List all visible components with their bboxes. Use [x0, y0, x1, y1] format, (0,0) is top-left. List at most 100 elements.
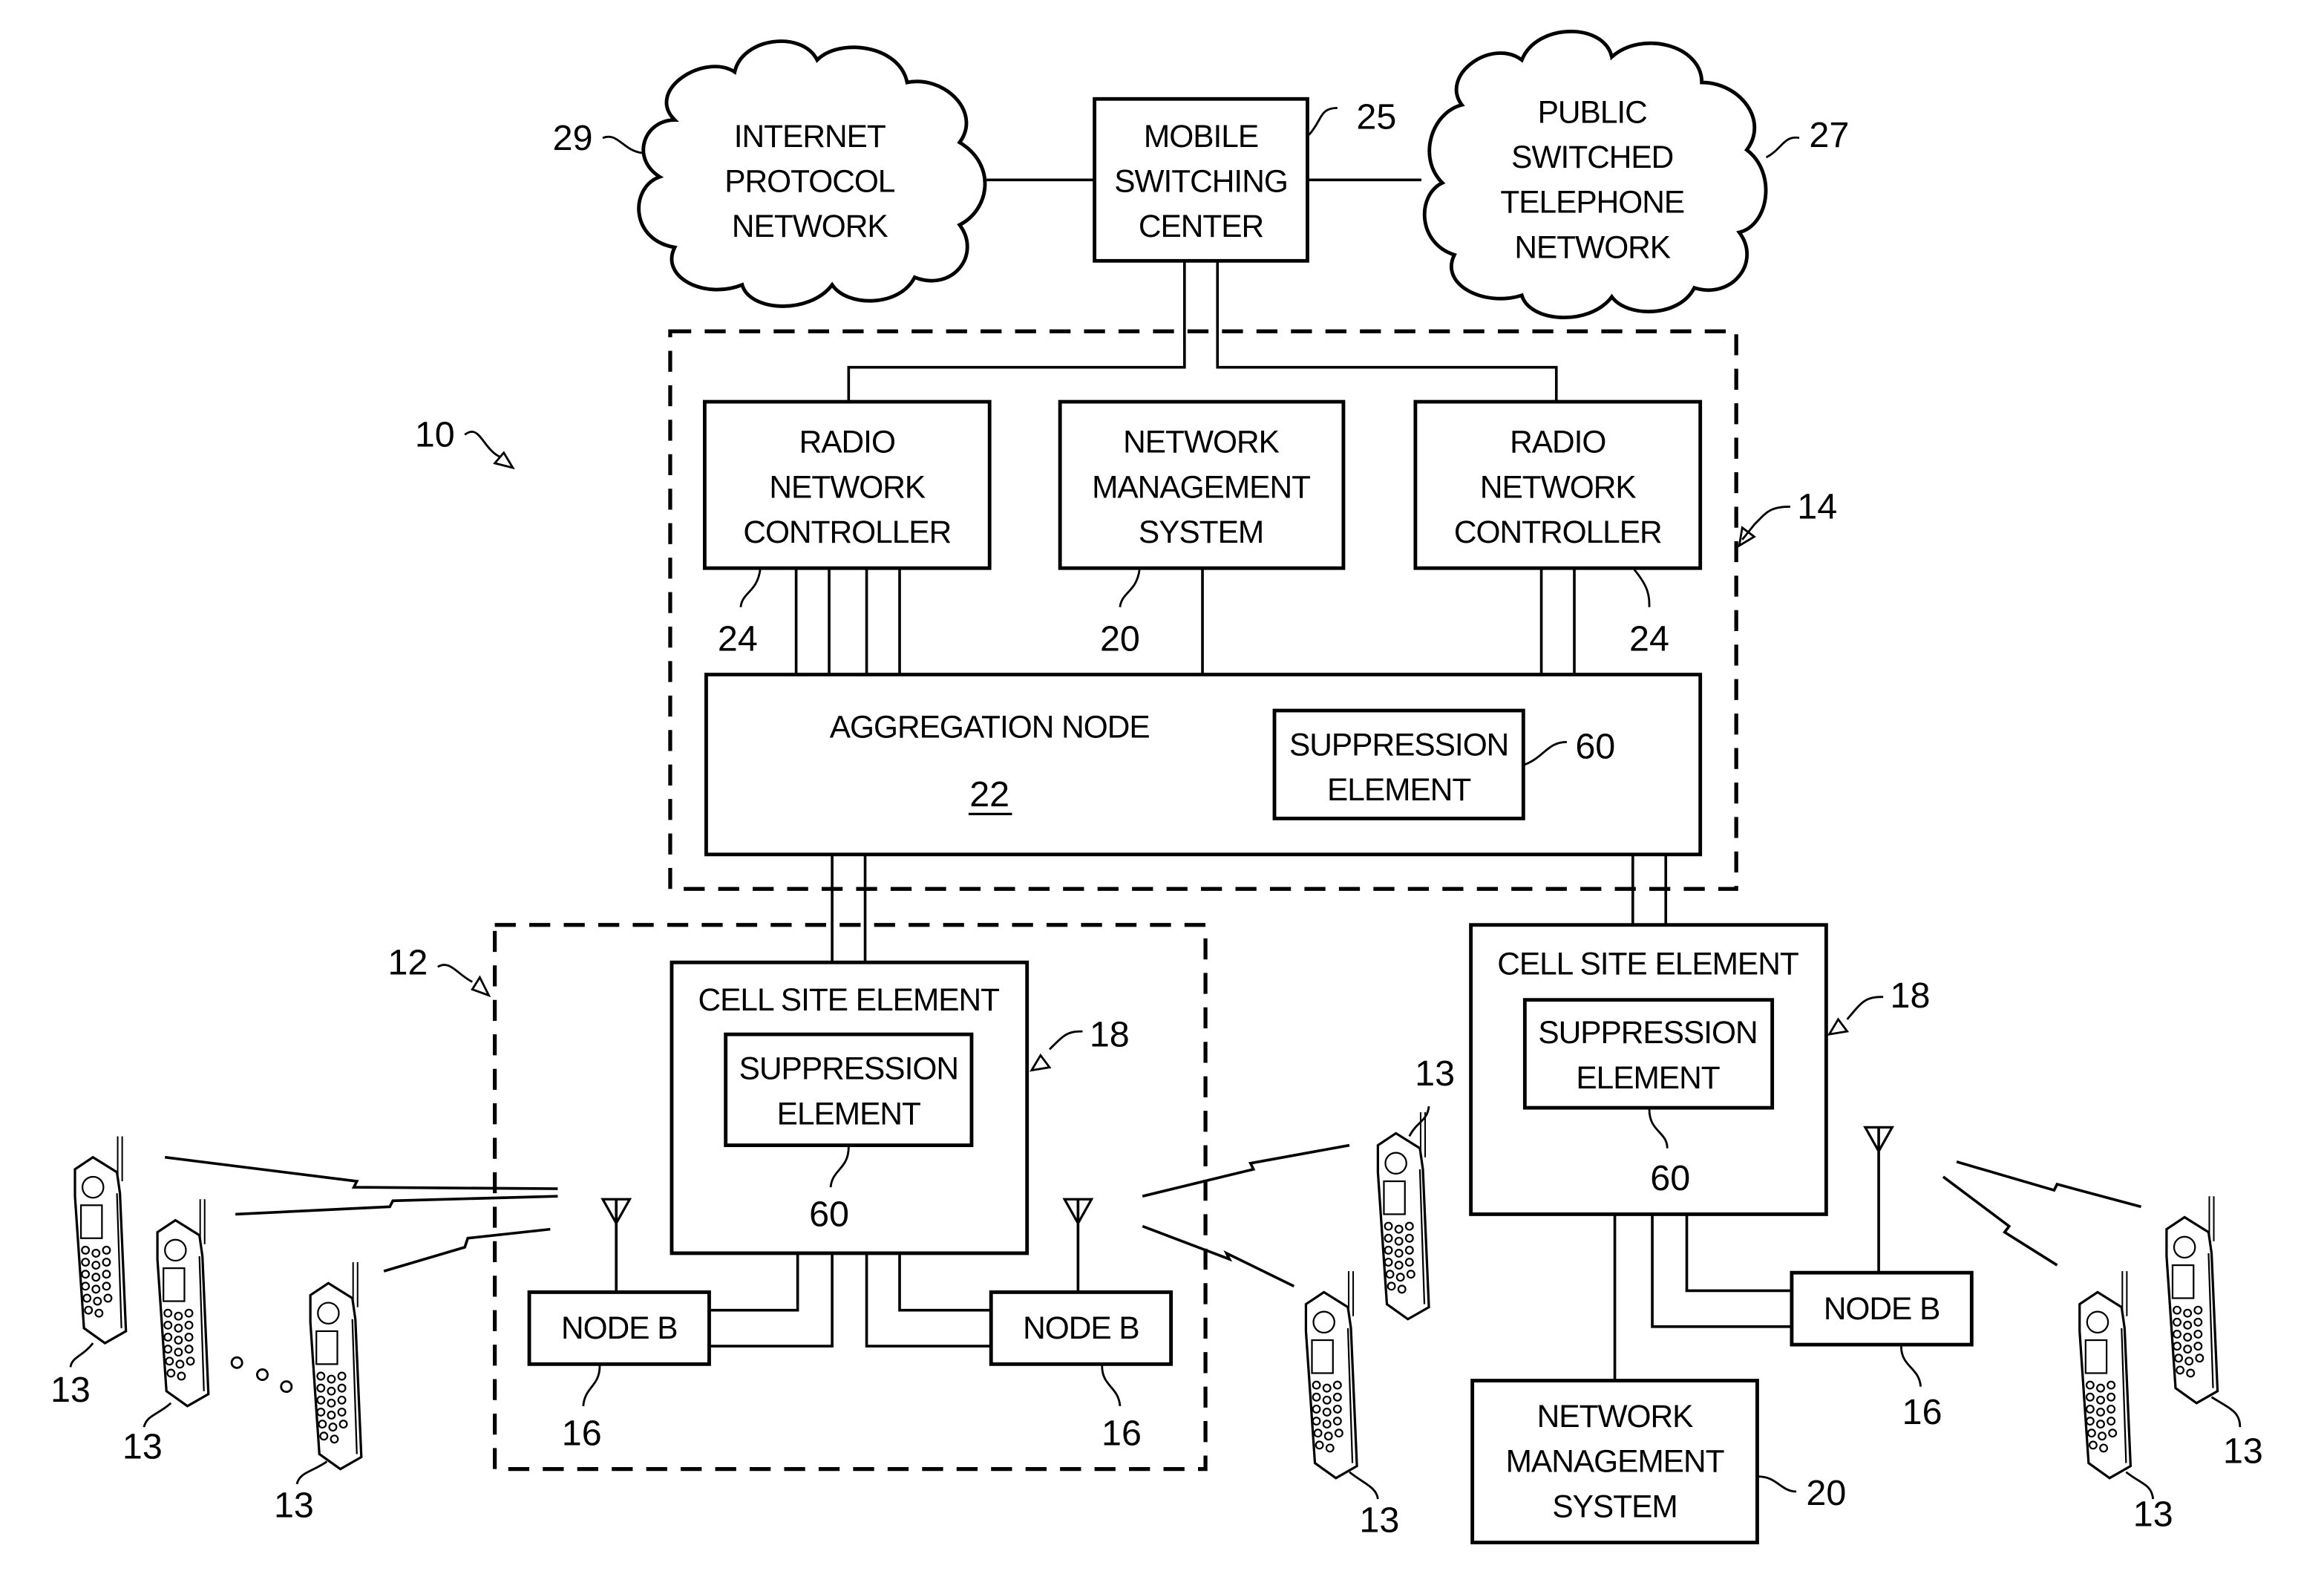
radio-network-controller-right-box: RADIO NETWORK CONTROLLER 24 — [1413, 399, 1703, 659]
ref-label-22: 22 — [969, 774, 1009, 814]
system-reference: 10 — [415, 415, 515, 470]
ref-label-14: 14 — [1797, 487, 1837, 527]
leader-line — [437, 964, 473, 983]
node-b-label: NODE B — [1023, 1310, 1139, 1345]
ellipsis-dots — [230, 1356, 293, 1394]
arrow-icon — [1738, 526, 1756, 548]
ref-label-60: 60 — [1650, 1158, 1690, 1198]
box-label-line: ELEMENT — [1327, 772, 1470, 807]
ref-label-13: 13 — [1359, 1500, 1399, 1540]
ref-label-13: 13 — [2133, 1494, 2173, 1534]
box-label-line: SUPPRESSION — [1289, 728, 1508, 762]
node-b-label: NODE B — [1824, 1291, 1940, 1326]
box-label-line: NETWORK — [769, 469, 925, 504]
leader-line — [739, 569, 762, 607]
cloud-label-line: PROTOCOL — [724, 163, 895, 198]
leader-line — [1765, 136, 1800, 159]
arrow-icon — [1827, 1017, 1850, 1036]
ref-label-13: 13 — [274, 1485, 314, 1525]
box-label-line: CONTROLLER — [743, 515, 951, 549]
box-label-line: CENTER — [1139, 209, 1263, 244]
radio-links — [164, 1143, 2142, 1287]
leader-line — [1308, 106, 1338, 136]
node-b-left-box: NODE B 16 — [527, 1290, 711, 1453]
box-label-line: NETWORK — [1480, 469, 1636, 504]
cell-site-label: CELL SITE ELEMENT — [698, 982, 1000, 1017]
ref-label-13: 13 — [50, 1370, 91, 1410]
cloud-label-line: INTERNET — [734, 119, 886, 154]
box-label-line: SUPPRESSION — [739, 1051, 958, 1086]
leader-line — [1633, 569, 1651, 607]
ref-label-12: 12 — [387, 942, 428, 982]
box-label-line: SWITCHING — [1114, 163, 1288, 198]
box-label-line: RADIO — [799, 425, 895, 460]
leader-line — [582, 1365, 601, 1407]
box-label-line: MANAGEMENT — [1506, 1444, 1724, 1479]
pstn-cloud: PUBLIC SWITCHED TELEPHONE NETWORK 27 — [1422, 29, 1849, 319]
cloud-label-line: NETWORK — [732, 209, 888, 244]
cell-site-label: CELL SITE ELEMENT — [1497, 946, 1798, 981]
box-label-line: MANAGEMENT — [1092, 469, 1310, 504]
arrow-icon — [471, 975, 491, 998]
ref-label-27: 27 — [1809, 115, 1849, 155]
box-label-line: ELEMENT — [1576, 1060, 1719, 1095]
cloud-label-line: NETWORK — [1514, 229, 1670, 264]
leader-line — [1049, 1030, 1083, 1051]
ref-label-10: 10 — [415, 415, 455, 455]
cloud-label-line: PUBLIC — [1538, 95, 1648, 130]
mobile-station-6: 13 — [2080, 1271, 2173, 1534]
ref-label-13: 13 — [122, 1427, 163, 1467]
aggregation-node-box: AGGREGATION NODE 22 SUPPRESSION ELEMENT … — [704, 673, 1703, 857]
antenna-icon — [600, 1198, 632, 1293]
box-label-line: SUPPRESSION — [1538, 1015, 1757, 1050]
network-diagram: INTERNET PROTOCOL NETWORK 29 PUBLIC SWIT… — [50, 29, 2263, 1545]
box-label-line: CONTROLLER — [1454, 515, 1662, 549]
leader-line — [1101, 1365, 1122, 1407]
network-management-system-site-box: NETWORK MANAGEMENT SYSTEM 20 — [1470, 1379, 1846, 1545]
cloud-label-line: SWITCHED — [1511, 140, 1673, 174]
cell-site-element-right-box: CELL SITE ELEMENT SUPPRESSION ELEMENT 60 — [1469, 923, 1828, 1216]
ref-label-13: 13 — [1415, 1054, 1455, 1094]
mobile-station-4: 13 — [1378, 1054, 1455, 1319]
ref-label-20: 20 — [1806, 1473, 1846, 1513]
box-label-line: NETWORK — [1123, 425, 1279, 460]
leader-line — [1899, 1346, 1922, 1387]
node-b-label: NODE B — [561, 1310, 678, 1345]
node-b-middle-box: NODE B 16 — [989, 1290, 1174, 1453]
mobile-station-1: 13 — [50, 1136, 126, 1410]
mobile-station-7: 13 — [2167, 1196, 2263, 1472]
ref-label-16: 16 — [1902, 1392, 1942, 1432]
node-b-right-box: NODE B 16 — [1790, 1270, 1974, 1432]
ref-label-13: 13 — [2223, 1431, 2263, 1472]
internet-protocol-network-cloud: INTERNET PROTOCOL NETWORK 29 — [553, 39, 987, 308]
box-label-line: MOBILE — [1144, 119, 1258, 154]
leader-line — [1119, 569, 1141, 607]
ref-label-25: 25 — [1356, 97, 1396, 137]
ref-label-60: 60 — [809, 1195, 849, 1235]
box-label-line: NETWORK — [1537, 1399, 1693, 1434]
leader-line — [602, 135, 642, 154]
rnc-aggregation-links — [794, 568, 1576, 675]
antenna-icon — [1863, 1126, 1895, 1273]
ref-label-18: 18 — [1090, 1014, 1130, 1054]
leader-line — [1846, 996, 1884, 1020]
leader-line — [1758, 1475, 1797, 1493]
ref-label-24: 24 — [718, 618, 758, 659]
ref-label-18: 18 — [1891, 976, 1931, 1016]
cloud-label-line: TELEPHONE — [1500, 185, 1684, 220]
mobile-station-5: 13 — [1306, 1271, 1399, 1540]
mobile-station-2: 13 — [122, 1199, 209, 1467]
ref-label-16: 16 — [562, 1413, 602, 1453]
ref-label-29: 29 — [553, 118, 593, 158]
ref-label-20: 20 — [1100, 618, 1140, 659]
box-label-line: RADIO — [1510, 425, 1605, 460]
ref-label-16: 16 — [1102, 1413, 1142, 1453]
ref-label-24: 24 — [1629, 618, 1669, 659]
arrow-icon — [1029, 1053, 1052, 1072]
box-label-line: SYSTEM — [1139, 515, 1263, 549]
cell-site-element-left-box: CELL SITE ELEMENT SUPPRESSION ELEMENT 60 — [670, 960, 1030, 1255]
box-label-line: SYSTEM — [1552, 1489, 1677, 1524]
mobile-station-3: 13 — [274, 1262, 361, 1525]
leader-line — [1741, 506, 1790, 541]
box-label-line: ELEMENT — [777, 1096, 920, 1131]
